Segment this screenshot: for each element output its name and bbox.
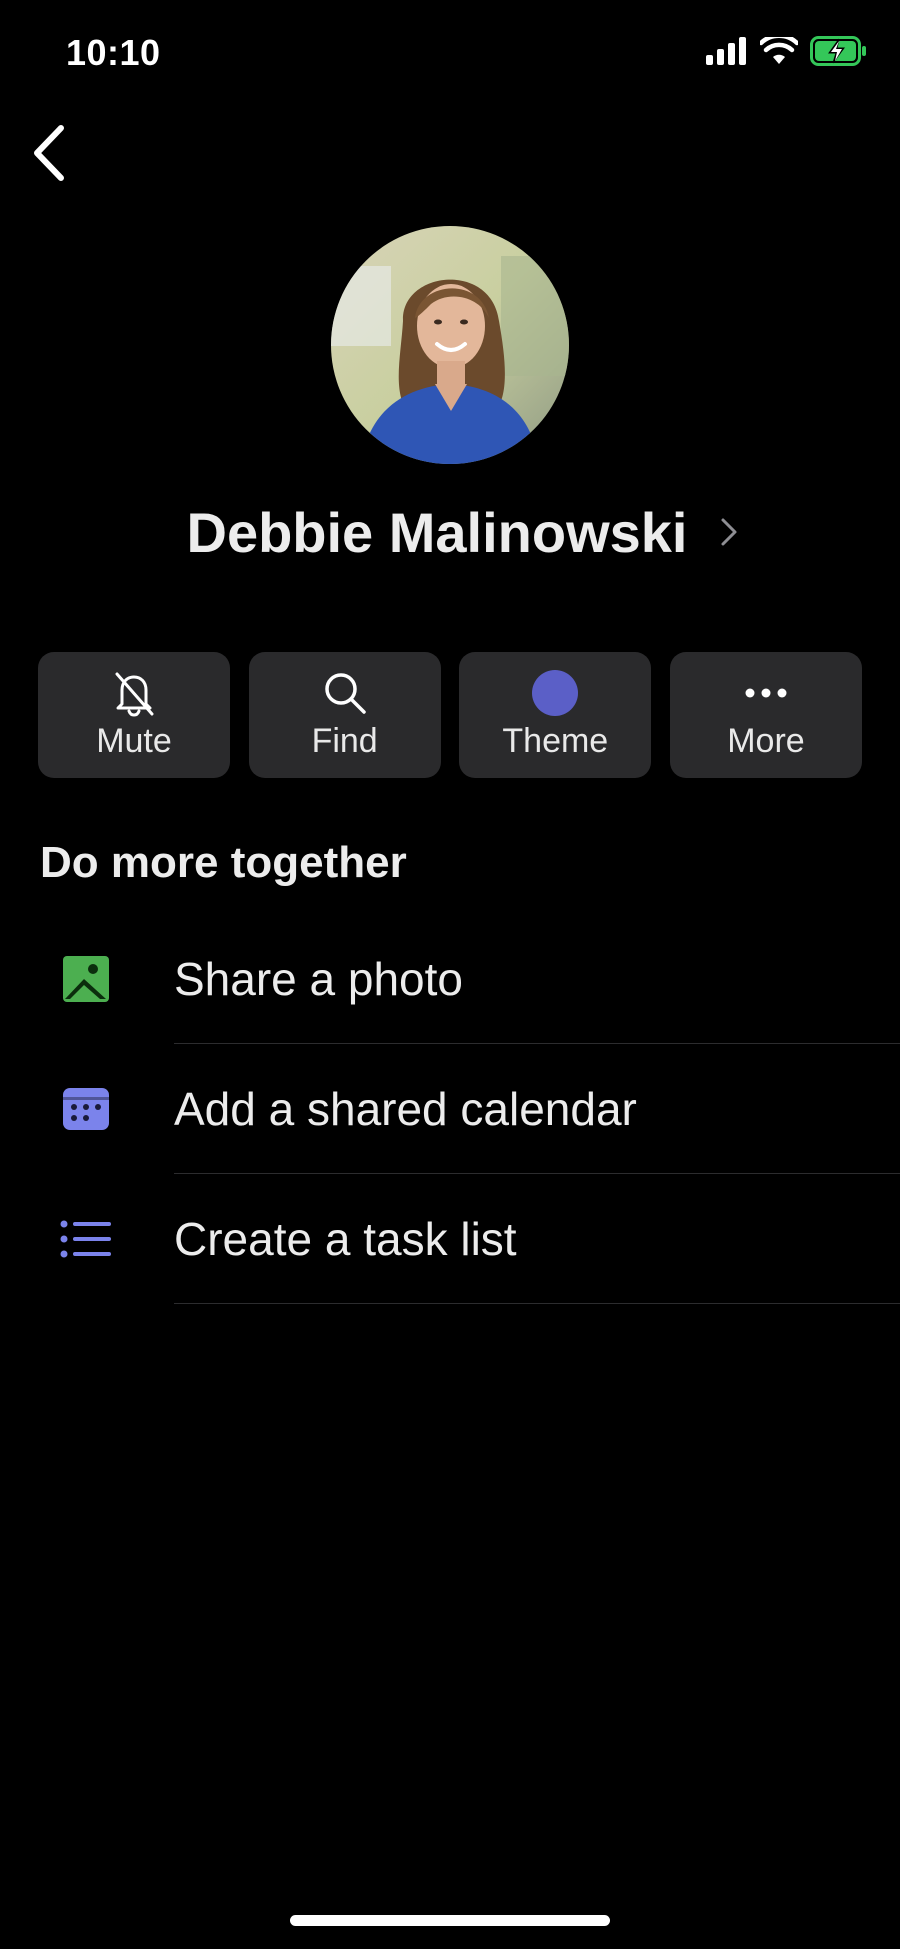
find-button[interactable]: Find <box>248 652 441 778</box>
signal-icon <box>706 37 748 70</box>
list-item-label: Add a shared calendar <box>174 1083 637 1135</box>
more-button[interactable]: More <box>669 652 862 778</box>
profile-name: Debbie Malinowski <box>186 500 688 564</box>
battery-icon <box>810 36 868 71</box>
back-button[interactable] <box>14 120 84 190</box>
search-icon <box>320 666 370 720</box>
list-item-share-photo[interactable]: Share a photo <box>0 914 900 1044</box>
avatar[interactable] <box>331 226 569 464</box>
chevron-left-icon <box>29 123 69 188</box>
list-item-task-list[interactable]: Create a task list <box>0 1174 900 1304</box>
more-icon <box>741 666 791 720</box>
do-more-list: Share a photo Add a shared calendar Crea… <box>0 914 900 1304</box>
photo-icon <box>60 953 112 1005</box>
list-item-label: Create a task list <box>174 1213 517 1265</box>
theme-color-icon <box>532 666 579 720</box>
profile-name-row[interactable]: Debbie Malinowski <box>0 496 900 568</box>
list-item-label: Share a photo <box>174 953 464 1005</box>
mute-label: Mute <box>96 722 172 760</box>
theme-button[interactable]: Theme <box>459 652 652 778</box>
status-bar: 10:10 <box>0 0 900 110</box>
task-list-icon <box>60 1213 112 1265</box>
action-buttons: Mute Find Theme More <box>38 652 862 778</box>
status-time: 10:10 <box>66 32 161 73</box>
section-title: Do more together <box>40 838 407 887</box>
mute-button[interactable]: Mute <box>38 652 230 778</box>
list-item-shared-calendar[interactable]: Add a shared calendar <box>0 1044 900 1174</box>
chevron-right-icon <box>720 517 738 552</box>
bell-off-icon <box>109 666 159 720</box>
wifi-icon <box>758 33 800 70</box>
home-indicator[interactable] <box>290 1915 610 1926</box>
status-icons <box>706 33 868 71</box>
more-label: More <box>727 722 805 760</box>
find-label: Find <box>311 722 378 760</box>
divider <box>174 1303 900 1304</box>
theme-label: Theme <box>502 722 609 760</box>
calendar-icon <box>60 1083 112 1135</box>
